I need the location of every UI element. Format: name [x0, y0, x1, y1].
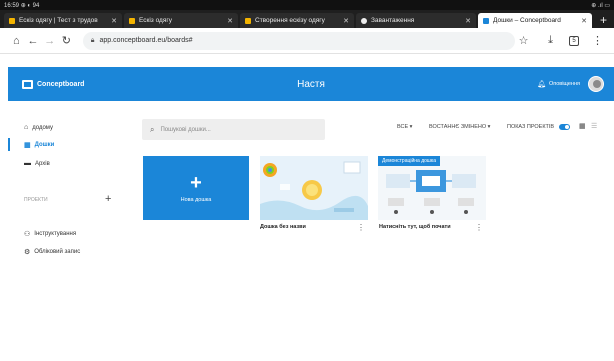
tab-title: Створення ескізу одягу [255, 17, 325, 24]
more-options-icon[interactable]: ⋮ [475, 223, 483, 232]
tab-4[interactable]: Завантаження ✕ [356, 13, 476, 28]
logo-icon [22, 79, 33, 89]
new-board-label: Нова дошка [180, 196, 212, 203]
status-indicators: ⊕ .ıl ▭ [591, 2, 610, 9]
board-title[interactable]: Дошка без назви [260, 224, 306, 230]
search-icon: ⌕ [150, 124, 155, 134]
status-time-group: 16:59 ⊕ ◐ 94 [4, 2, 39, 9]
sidebar-item-label: Дошки [34, 142, 55, 148]
filter-all-dropdown[interactable]: ВСЕ ▾ [397, 124, 412, 130]
close-icon[interactable]: ✕ [465, 17, 471, 25]
conceptboard-favicon-icon [483, 17, 489, 24]
tab-title: Ескіз одягу [139, 17, 172, 24]
toggle-switch[interactable] [559, 124, 571, 130]
new-tab-button[interactable]: + [600, 13, 607, 27]
sidebar-item-label: додому [32, 124, 53, 131]
sidebar-item-label: Обліковий запис [34, 249, 81, 255]
sidebar-item-instructions[interactable]: ⚇ Інструктування [24, 230, 76, 238]
tab-2[interactable]: Ескіз одягу ✕ [124, 13, 238, 28]
conceptboard-logo[interactable]: Conceptboard [22, 79, 85, 89]
status-bar: 16:59 ⊕ ◐ 94 ⊕ .ıl ▭ [0, 0, 614, 10]
board-card-thumbnail[interactable] [260, 156, 368, 220]
projects-section-header: ПРОЕКТИ [24, 197, 48, 203]
address-bar: ⌂ ← → ↻ 🔒︎ app.conceptboard.eu/boards# ☆… [0, 28, 614, 54]
home-icon: ⌂ [24, 124, 29, 131]
app-header: Conceptboard Настя 🔔︎ Оповіщення [8, 67, 614, 101]
favicon-icon [9, 17, 15, 24]
demo-board-card-thumbnail[interactable]: Демонстраційна дошка [378, 156, 486, 220]
search-placeholder: Пошукові дошки... [160, 126, 211, 133]
lock-icon: 🔒︎ [90, 36, 95, 44]
tab-title: Ескіз одягу | Тест з трудов [19, 17, 98, 24]
new-board-button[interactable]: + Нова дошка [143, 156, 249, 220]
grid-icon: ▦ [24, 142, 31, 149]
instructions-icon: ⚇ [24, 231, 31, 238]
sidebar-item-label: Архів [35, 160, 50, 167]
home-icon[interactable]: ⌂ [8, 35, 25, 47]
close-icon[interactable]: ✕ [227, 17, 233, 25]
gear-icon: ⚙ [24, 249, 31, 256]
back-icon[interactable]: ← [25, 35, 42, 47]
status-time: 16:59 [4, 2, 20, 9]
download-favicon-icon [361, 17, 367, 24]
avatar[interactable] [588, 76, 604, 92]
logo-text: Conceptboard [37, 80, 85, 88]
bell-icon: 🔔︎ [537, 81, 546, 88]
grid-view-icon[interactable]: ▦ [579, 122, 586, 130]
reload-icon[interactable]: ↻ [58, 34, 75, 47]
sidebar-item-boards[interactable]: ▦ Дошки [24, 141, 54, 149]
status-notifications: ⊕ ◐ 94 [20, 2, 40, 9]
active-indicator [8, 138, 10, 151]
show-projects-toggle[interactable]: ПОКАЗ ПРОЕКТІВ [507, 124, 571, 130]
url-text: app.conceptboard.eu/boards# [99, 37, 193, 44]
page-title: Настя [297, 78, 325, 90]
tab-title: Завантаження [371, 17, 415, 24]
favicon-icon [245, 17, 251, 24]
sidebar-item-archive[interactable]: ▬ Архів [24, 160, 50, 167]
tab-count-button[interactable]: 5 [569, 35, 579, 46]
close-icon[interactable]: ✕ [343, 17, 349, 25]
board-thumbnail-drawing [260, 156, 368, 220]
bookmark-star-icon[interactable]: ☆ [515, 34, 532, 47]
tab-5-active[interactable]: Дошки – Conceptboard ✕ [478, 13, 592, 28]
demo-board-badge: Демонстраційна дошка [378, 156, 440, 166]
sidebar-item-home[interactable]: ⌂ додому [24, 124, 53, 131]
board-title[interactable]: Натисніть тут, щоб почати [379, 224, 451, 230]
show-projects-label: ПОКАЗ ПРОЕКТІВ [507, 124, 555, 130]
add-project-button[interactable]: + [105, 193, 111, 205]
favicon-icon [129, 17, 135, 24]
tab-1[interactable]: Ескіз одягу | Тест з трудов ✕ [4, 13, 122, 28]
forward-icon[interactable]: → [41, 35, 58, 47]
tab-strip: Ескіз одягу | Тест з трудов ✕ Ескіз одяг… [0, 10, 614, 28]
archive-icon: ▬ [24, 160, 31, 167]
url-field[interactable]: 🔒︎ app.conceptboard.eu/boards# [82, 31, 515, 50]
sidebar-item-account[interactable]: ⚙ Обліковий запис [24, 248, 80, 256]
close-icon[interactable]: ✕ [581, 17, 587, 25]
tab-3[interactable]: Створення ескізу одягу ✕ [240, 13, 354, 28]
tab-title: Дошки – Conceptboard [493, 17, 561, 24]
sort-recent-dropdown[interactable]: ВОСТАННЄ ЗМІНЕНО ▾ [429, 124, 490, 130]
search-input[interactable]: ⌕ Пошукові дошки... [142, 119, 325, 140]
plus-icon: + [190, 171, 202, 194]
notifications-button[interactable]: 🔔︎ Оповіщення [537, 80, 580, 88]
download-icon[interactable]: ⤓ [542, 34, 559, 47]
more-options-icon[interactable]: ⋮ [357, 223, 365, 232]
list-view-icon[interactable]: ☰ [591, 122, 597, 130]
sidebar-item-label: Інструктування [34, 231, 77, 237]
menu-icon[interactable]: ⋮ [589, 34, 606, 47]
notifications-label: Оповіщення [548, 81, 580, 87]
close-icon[interactable]: ✕ [111, 17, 117, 25]
